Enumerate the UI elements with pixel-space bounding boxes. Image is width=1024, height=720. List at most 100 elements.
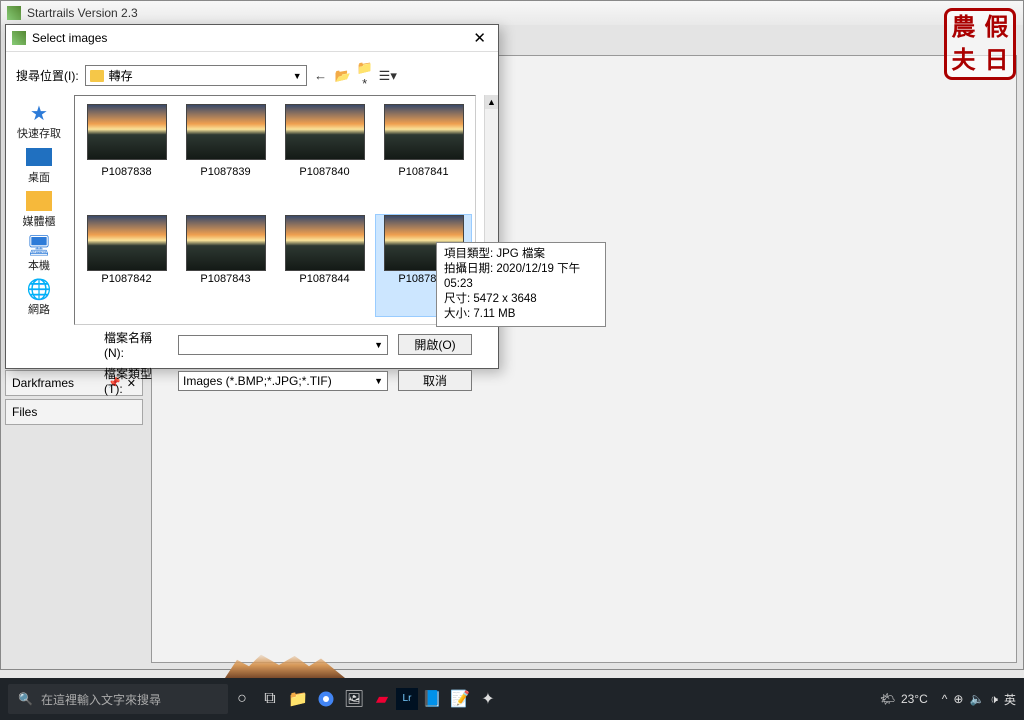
thumbnail-image (186, 104, 266, 160)
app-icon-2[interactable]: ▰ (368, 684, 396, 714)
tooltip-line: 拍攝日期: 2020/12/19 下午 05:23 (444, 262, 598, 292)
place-quick[interactable]: ★ 快速存取 (17, 101, 61, 141)
place-label: 桌面 (28, 169, 50, 185)
chevron-down-icon: ▼ (374, 340, 383, 350)
seal-char: 假 (980, 11, 1013, 44)
file-thumb[interactable]: P1087843 (178, 215, 273, 316)
file-name: P1087842 (101, 273, 151, 285)
filetype-label: 檔案類型(T): (104, 365, 168, 396)
file-name: P1087843 (200, 273, 250, 285)
cancel-button[interactable]: 取消 (398, 370, 472, 391)
thumbnail-image (87, 104, 167, 160)
chevron-down-icon: ▼ (293, 71, 302, 81)
seal-watermark: 農 假 夫 日 (944, 8, 1016, 80)
file-name: P1087839 (200, 166, 250, 178)
weather-icon[interactable]: 🌤 (880, 692, 895, 706)
seal-char: 農 (947, 11, 980, 44)
thumbnail-image (285, 104, 365, 160)
task-icon[interactable]: ⧉ (256, 684, 284, 714)
file-thumb[interactable]: P1087840 (277, 104, 372, 209)
lightroom-icon[interactable]: Lr (396, 688, 418, 710)
pc-icon: 🖥 (24, 233, 54, 257)
filename-input[interactable]: ▼ (178, 335, 388, 355)
app-icon (7, 6, 21, 20)
taskview-icon[interactable]: ○ (228, 684, 256, 714)
app-icon-3[interactable]: 📘 (418, 684, 446, 714)
ime-indicator[interactable]: 英 (1004, 691, 1016, 708)
place-desktop[interactable]: 桌面 (24, 145, 54, 185)
chevron-down-icon: ▼ (374, 376, 383, 386)
file-name: P1087844 (299, 273, 349, 285)
folder-icon (90, 70, 104, 82)
weather-temp[interactable]: 23°C (901, 692, 928, 706)
place-libraries[interactable]: 媒體櫃 (23, 189, 56, 229)
taskbar[interactable]: 🔍 在這裡輸入文字來搜尋 ○ ⧉ 📁 🖼 ▰ Lr 📘 📝 ✦ 🌤 23°C ^… (0, 678, 1024, 720)
file-thumb[interactable]: P1087842 (79, 215, 174, 316)
place-thispc[interactable]: 🖥 本機 (24, 233, 54, 273)
lookin-combo[interactable]: 轉存 ▼ (85, 65, 307, 86)
file-thumb[interactable]: P1087841 (376, 104, 471, 209)
file-thumb[interactable]: P1087839 (178, 104, 273, 209)
file-name: P1087838 (101, 166, 151, 178)
thumbnail-image (285, 215, 365, 271)
file-grid[interactable]: P1087838 P1087839 P1087840 P1087841 P108… (74, 95, 476, 325)
tooltip-line: 項目類型: JPG 檔案 (444, 247, 598, 262)
star-icon: ★ (24, 101, 54, 125)
scroll-up-button[interactable]: ▲ (485, 95, 498, 109)
network-icon: 🌐 (24, 277, 54, 301)
desktop-icon (26, 148, 52, 166)
app-title-text: Startrails Version 2.3 (27, 6, 138, 20)
file-dialog: Select images ✕ 搜尋位置(I): 轉存 ▼ ← 📂 📁* ☰▾ … (5, 24, 499, 369)
seal-char: 夫 (947, 44, 980, 77)
thumbnail-image (384, 104, 464, 160)
lookin-value: 轉存 (109, 67, 293, 84)
file-thumb[interactable]: P1087844 (277, 215, 372, 316)
dialog-bottom: 檔案名稱(N): ▼ 開啟(O) 檔案類型(T): Images (*.BMP;… (6, 325, 498, 409)
dialog-title-text: Select images (32, 31, 107, 45)
library-icon (26, 191, 52, 211)
dialog-body: ★ 快速存取 桌面 媒體櫃 🖥 本機 🌐 網路 P10878 (6, 95, 498, 325)
chrome-icon[interactable] (312, 684, 340, 714)
place-label: 本機 (28, 257, 50, 273)
place-network[interactable]: 🌐 網路 (24, 277, 54, 317)
startrails-icon[interactable]: ✦ (474, 684, 502, 714)
app-titlebar[interactable]: Startrails Version 2.3 (1, 1, 1023, 25)
tray-up-icon[interactable]: ^ (942, 692, 948, 706)
tooltip-line: 尺寸: 5472 x 3648 (444, 292, 598, 307)
lookin-row: 搜尋位置(I): 轉存 ▼ ← 📂 📁* ☰▾ (6, 52, 498, 95)
dialog-icon (12, 31, 26, 45)
tray-vol-icon[interactable]: 🕩 (990, 692, 998, 707)
tray-snd-icon[interactable]: 🔈 (969, 692, 984, 706)
nav-newfolder-button[interactable]: 📁* (357, 60, 373, 91)
file-thumb[interactable]: P1087838 (79, 104, 174, 209)
file-name: P1087841 (398, 166, 448, 178)
nav-up-button[interactable]: 📂 (335, 68, 351, 84)
dialog-titlebar[interactable]: Select images ✕ (6, 25, 498, 52)
places-bar: ★ 快速存取 桌面 媒體櫃 🖥 本機 🌐 網路 (6, 95, 72, 325)
file-name: P1087840 (299, 166, 349, 178)
open-button[interactable]: 開啟(O) (398, 334, 472, 355)
nav-viewmode-button[interactable]: ☰▾ (379, 68, 395, 84)
filetype-combo[interactable]: Images (*.BMP;*.JPG;*.TIF) ▼ (178, 371, 388, 391)
seal-char: 日 (980, 44, 1013, 77)
file-tooltip: 項目類型: JPG 檔案 拍攝日期: 2020/12/19 下午 05:23 尺… (436, 242, 606, 327)
place-label: 快速存取 (17, 125, 61, 141)
system-tray[interactable]: 🌤 23°C ^ ⊕ 🔈 🕩 英 (880, 691, 1016, 708)
filetype-value: Images (*.BMP;*.JPG;*.TIF) (183, 374, 332, 388)
search-placeholder: 在這裡輸入文字來搜尋 (41, 691, 161, 708)
tooltip-line: 大小: 7.11 MB (444, 307, 598, 322)
nav-back-button[interactable]: ← (313, 68, 329, 83)
dialog-close-button[interactable]: ✕ (467, 29, 492, 47)
taskbar-search[interactable]: 🔍 在這裡輸入文字來搜尋 (8, 684, 228, 714)
app-icon-4[interactable]: 📝 (446, 684, 474, 714)
place-label: 媒體櫃 (23, 213, 56, 229)
tray-net-icon[interactable]: ⊕ (953, 692, 963, 706)
filename-label: 檔案名稱(N): (104, 329, 168, 360)
app-icon-1[interactable]: 🖼 (340, 684, 368, 714)
search-icon: 🔍 (18, 692, 33, 706)
thumbnail-image (87, 215, 167, 271)
explorer-icon[interactable]: 📁 (284, 684, 312, 714)
thumbnail-image (186, 215, 266, 271)
lookin-label: 搜尋位置(I): (16, 67, 79, 84)
place-label: 網路 (28, 301, 50, 317)
